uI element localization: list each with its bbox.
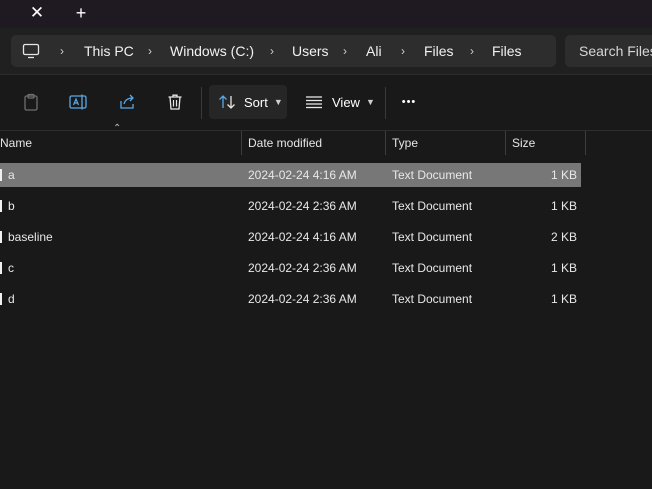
chevron-down-icon: ▼ [365,97,375,107]
address-bar[interactable]: › This PC › Windows (C:) › Users › Ali ›… [11,35,556,67]
share-button[interactable] [110,86,144,118]
file-date: 2024-02-24 2:36 AM [248,199,357,213]
command-bar: Sort ▼ View ▼ ••• [0,75,652,131]
file-size: 1 KB [550,261,577,275]
search-box[interactable]: Search Files [565,35,652,67]
file-type: Text Document [392,168,473,182]
file-icon [0,262,2,274]
sort-icon [219,95,235,109]
file-size: 1 KB [550,168,577,182]
column-header-type[interactable]: Type [392,131,418,155]
file-date: 2024-02-24 4:16 AM [248,168,357,182]
file-name: baseline [8,230,53,244]
file-date: 2024-02-24 2:36 AM [248,261,357,275]
column-header-name[interactable]: Name [0,131,32,155]
file-date: 2024-02-24 4:16 AM [248,230,357,244]
file-row[interactable]: d 2024-02-24 2:36 AM Text Document 1 KB [0,287,581,311]
column-resizer[interactable] [505,131,506,155]
rename-button[interactable] [62,86,96,118]
file-name: c [8,261,14,275]
sort-ascending-icon: ⌃ [113,123,122,134]
file-date: 2024-02-24 2:36 AM [248,292,357,306]
breadcrumb-files[interactable]: Files [424,35,454,67]
file-icon [0,231,2,243]
breadcrumb-files-current[interactable]: Files [492,35,522,67]
sort-menu-button[interactable]: Sort ▼ [209,85,287,119]
file-icon [0,200,2,212]
close-tab-button[interactable]: ✕ [26,3,48,23]
breadcrumb-separator[interactable]: › [340,35,350,67]
paste-button[interactable] [14,86,48,118]
file-name: d [8,292,15,306]
view-label: View [332,94,360,110]
column-header-size[interactable]: Size [512,131,535,155]
breadcrumb-separator[interactable]: › [267,35,277,67]
more-options-button[interactable]: ••• [392,85,426,119]
breadcrumb-separator[interactable]: › [145,35,155,67]
file-type: Text Document [392,230,473,244]
file-icon [0,169,2,181]
column-resizer[interactable] [241,131,242,155]
file-row[interactable]: b 2024-02-24 2:36 AM Text Document 1 KB [0,194,581,218]
view-menu-button[interactable]: View ▼ [296,85,376,119]
column-resizer[interactable] [385,131,386,155]
paste-icon [24,93,38,111]
breadcrumb-ali[interactable]: Ali [366,35,382,67]
file-row[interactable]: a 2024-02-24 4:16 AM Text Document 1 KB [0,163,581,187]
breadcrumb-separator[interactable]: › [467,35,477,67]
file-name: b [8,199,15,213]
more-icon: ••• [401,96,417,108]
file-name: a [8,168,15,182]
file-size: 2 KB [550,230,577,244]
file-row[interactable]: c 2024-02-24 2:36 AM Text Document 1 KB [0,256,581,280]
sort-label: Sort [244,94,268,110]
delete-icon [168,94,182,110]
search-placeholder: Search Files [579,43,652,59]
file-row[interactable]: baseline 2024-02-24 4:16 AM Text Documen… [0,225,581,249]
file-type: Text Document [392,199,473,213]
file-size: 1 KB [550,292,577,306]
breadcrumb-this-pc[interactable]: This PC [84,35,134,67]
delete-button[interactable] [158,86,192,118]
address-row: › This PC › Windows (C:) › Users › Ali ›… [0,28,652,75]
column-resizer[interactable] [585,131,586,155]
chevron-down-icon: ▼ [273,97,283,107]
file-type: Text Document [392,292,473,306]
breadcrumb-separator[interactable]: › [57,35,67,67]
file-icon [0,293,2,305]
breadcrumb-users[interactable]: Users [292,35,329,67]
view-icon [306,96,322,109]
rename-icon [69,94,87,110]
new-tab-button[interactable]: + [70,3,92,23]
toolbar-divider [385,87,386,119]
breadcrumb-separator[interactable]: › [398,35,408,67]
breadcrumb-windows-c[interactable]: Windows (C:) [170,35,254,67]
file-type: Text Document [392,261,473,275]
share-icon [120,94,134,109]
title-bar: ✕ + [0,0,652,28]
toolbar-divider [201,87,202,119]
computer-icon[interactable] [22,43,40,59]
column-header-date[interactable]: Date modified [248,131,322,155]
file-size: 1 KB [550,199,577,213]
column-header-row: ⌃ Name Date modified Type Size [0,123,652,155]
